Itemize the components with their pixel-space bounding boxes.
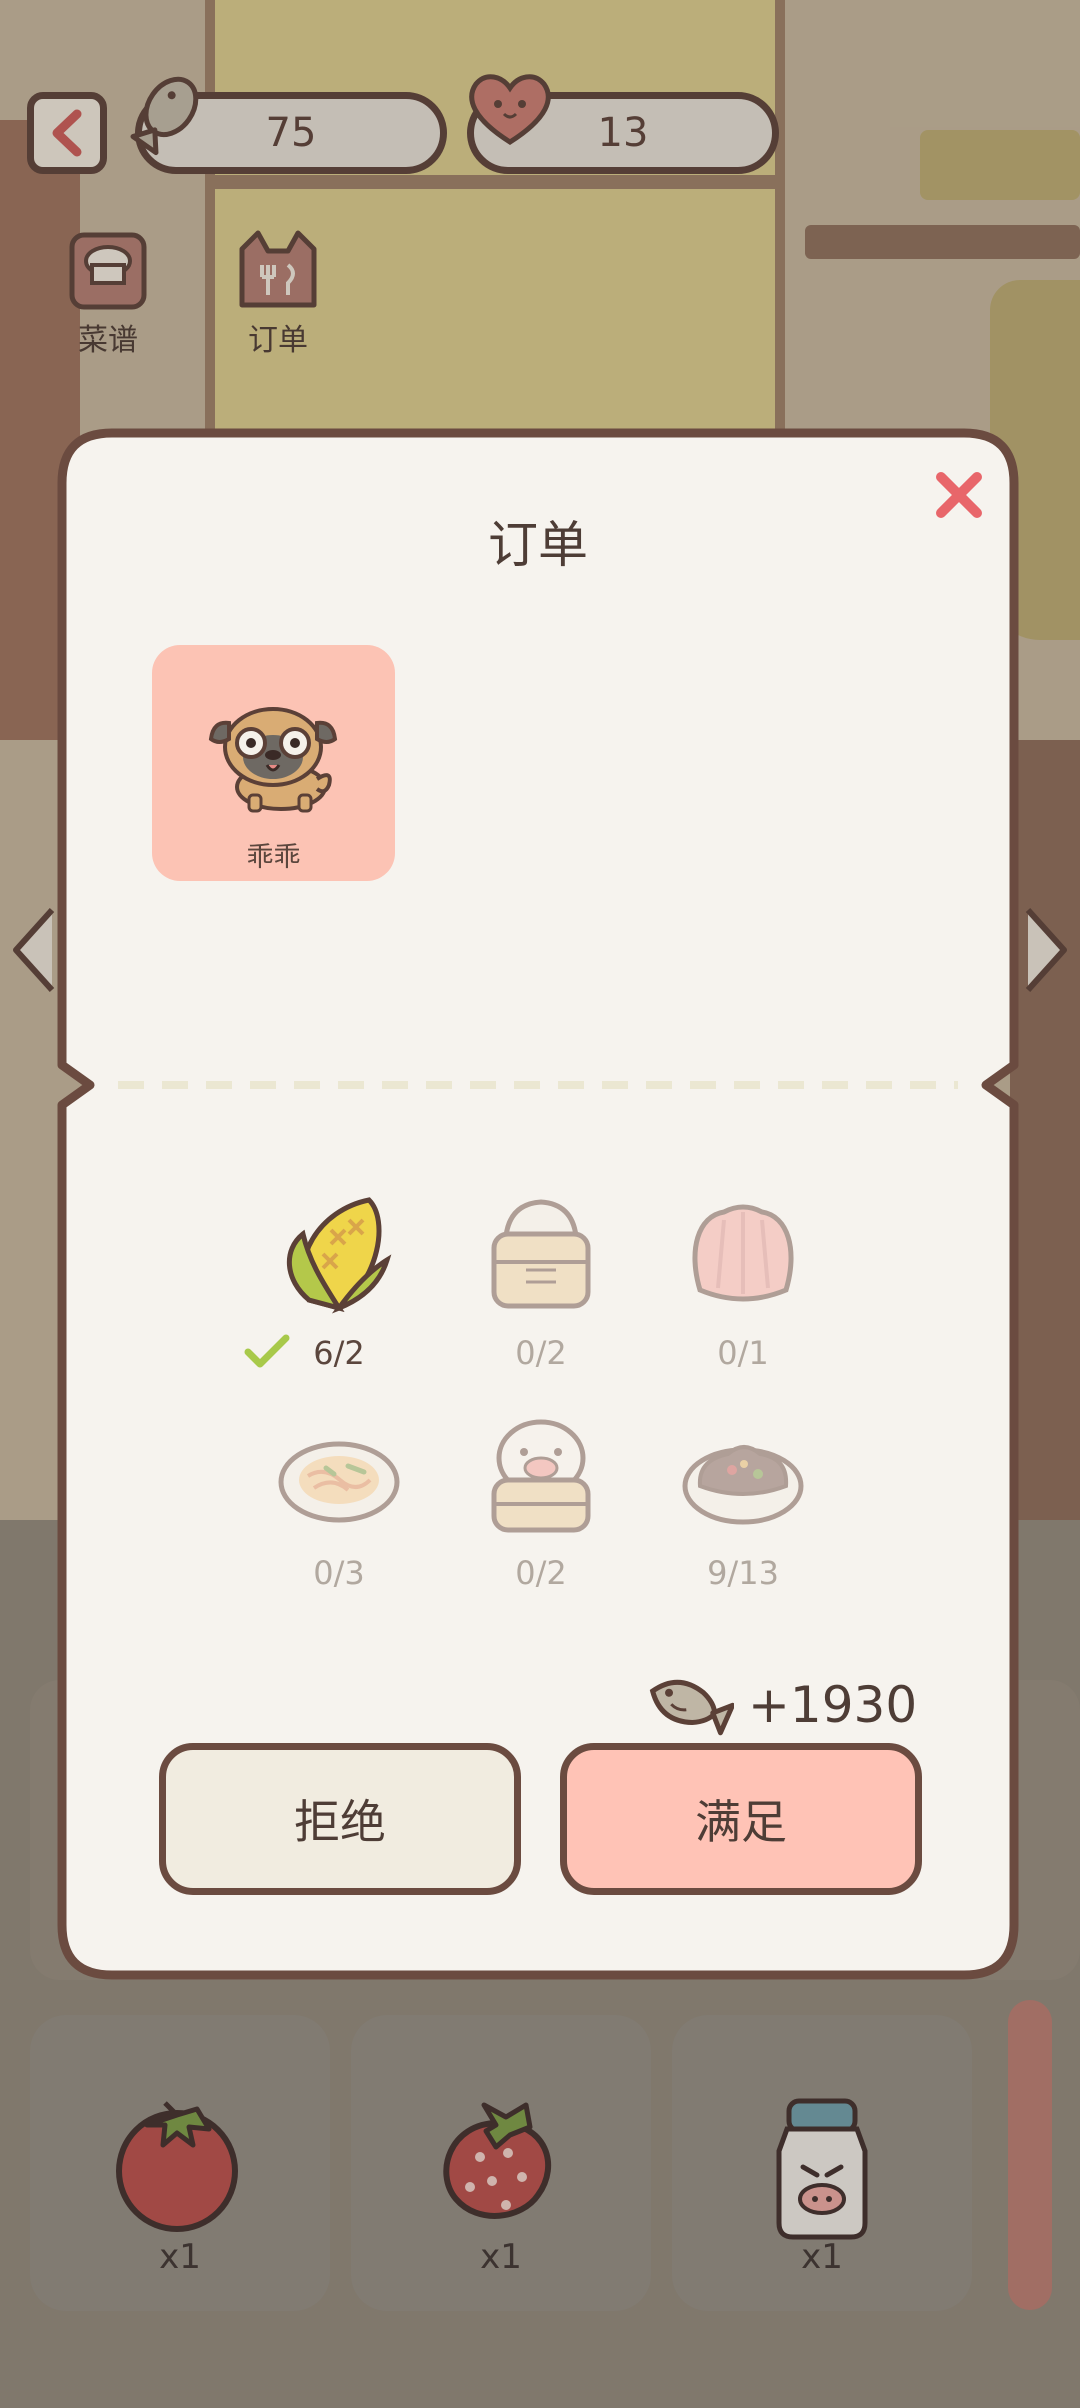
noodle-plate-icon bbox=[278, 1441, 400, 1523]
dish-progress: 0/2 bbox=[466, 1554, 616, 1592]
dish-item: 6/2 bbox=[244, 1190, 414, 1372]
order-reward: +1930 bbox=[642, 1670, 917, 1740]
dish-item: 0/2 bbox=[466, 1410, 616, 1592]
steamed-bun-basket-icon bbox=[491, 1199, 591, 1309]
close-icon bbox=[936, 472, 982, 518]
customer-card[interactable]: 乖乖 bbox=[152, 645, 395, 881]
order-dialog: 订单 乖乖 6/2 0/2 0/1 0/3 0/2 9/13 +1930 拒绝 … bbox=[52, 425, 1024, 1985]
fish-icon bbox=[649, 1679, 734, 1736]
customer-name: 乖乖 bbox=[246, 842, 301, 873]
pug-dog-icon bbox=[208, 707, 338, 813]
dish-progress: 0/2 bbox=[466, 1334, 616, 1372]
fulfill-button-label: 满足 bbox=[695, 1795, 787, 1849]
dish-progress-text: 0/3 bbox=[313, 1554, 365, 1592]
dish-progress-text: 0/1 bbox=[717, 1334, 769, 1372]
close-button[interactable] bbox=[929, 465, 989, 525]
order-dialog-title: 订单 bbox=[488, 516, 588, 574]
dish-item: 9/13 bbox=[668, 1410, 818, 1592]
checkmark-icon bbox=[244, 1334, 290, 1368]
dish-progress: 0/1 bbox=[668, 1334, 818, 1372]
stew-plate-icon bbox=[682, 1445, 804, 1525]
dish-item: 0/2 bbox=[466, 1190, 616, 1372]
fulfill-button[interactable]: 满足 bbox=[560, 1743, 922, 1895]
dish-progress-text: 0/2 bbox=[515, 1334, 567, 1372]
dish-progress: 9/13 bbox=[668, 1554, 818, 1592]
dish-item: 0/1 bbox=[668, 1190, 818, 1372]
reject-button[interactable]: 拒绝 bbox=[159, 1743, 521, 1895]
reject-button-label: 拒绝 bbox=[294, 1795, 386, 1849]
dish-progress: 0/3 bbox=[264, 1554, 414, 1592]
piggy-bun-basket-icon bbox=[491, 1419, 591, 1533]
dish-progress-text: 6/2 bbox=[313, 1334, 365, 1372]
dish-progress-text: 0/2 bbox=[515, 1554, 567, 1592]
pink-jelly-icon bbox=[692, 1204, 794, 1302]
reward-amount: +1930 bbox=[748, 1676, 918, 1734]
dish-item: 0/3 bbox=[264, 1410, 414, 1592]
corn-icon bbox=[287, 1197, 392, 1314]
dish-progress-text: 9/13 bbox=[707, 1554, 779, 1592]
